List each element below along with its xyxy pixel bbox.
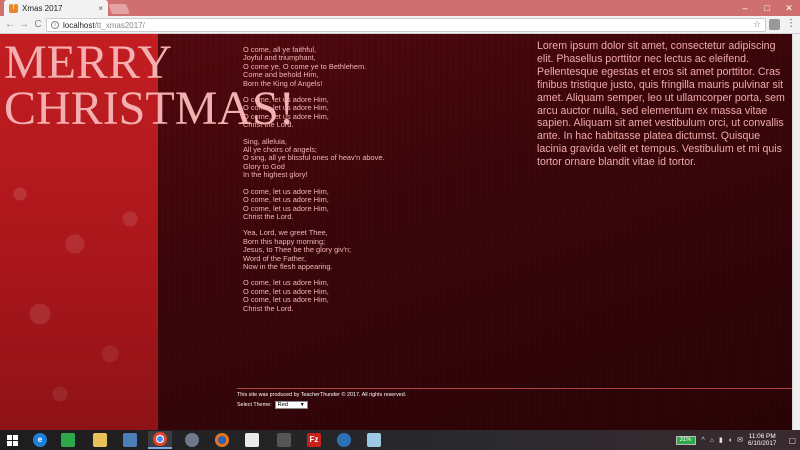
lyric-stanza: O come, let us adore Him, O come, let us …: [243, 95, 443, 130]
filezilla-icon: Fz: [307, 433, 321, 447]
browser-menu-icon[interactable]: ⋮: [786, 18, 796, 29]
new-tab-button[interactable]: [108, 4, 130, 14]
clock-time: 11:06 PM: [748, 432, 776, 440]
address-bar[interactable]: i localhost /tt_xmas2017/ ☆: [46, 18, 766, 32]
tray-message-icon[interactable]: ✉: [737, 436, 743, 444]
tray-volume-icon[interactable]: ◖: [728, 437, 732, 444]
extension-icon[interactable]: [769, 19, 780, 30]
lyric-line: Now in the flesh appearing.: [243, 261, 333, 271]
lyric-stanza: O come, let us adore Him, O come, let us …: [243, 187, 443, 222]
web-page: MERRY CHRISTMAS! O come, all ye faithful…: [0, 34, 792, 430]
page-footer: This site was produced by TeacherThunder…: [237, 388, 792, 409]
footer-credit: This site was produced by TeacherThunder…: [237, 392, 407, 398]
tray-chevron-icon[interactable]: ^: [702, 437, 705, 444]
notification-icon[interactable]: ▢: [788, 436, 796, 445]
tab-title: Xmas 2017: [22, 3, 63, 13]
tray-battery-icon[interactable]: ▮: [719, 436, 723, 444]
taskbar: e Fz 31% ^ ⌂ ▮ ◖ ✉ 11:06 PM 6/10/2017 ▢: [0, 430, 800, 450]
maximize-button[interactable]: □: [756, 0, 778, 16]
url-host: localhost: [63, 20, 95, 30]
battery-indicator[interactable]: 31%: [675, 435, 696, 445]
windows-logo-pane: [7, 441, 12, 446]
taskbar-media[interactable]: [272, 431, 296, 449]
file-explorer-icon: [93, 433, 107, 447]
info-icon[interactable]: i: [51, 21, 59, 29]
taskbar-filezilla[interactable]: Fz: [302, 431, 326, 449]
taskbar-folder[interactable]: [362, 431, 386, 449]
media-icon: [277, 433, 291, 447]
reload-icon[interactable]: C: [32, 19, 44, 31]
browser-tab[interactable]: T Xmas 2017 ×: [4, 0, 108, 16]
theme-select[interactable]: Red ▼: [274, 401, 308, 409]
firefox-icon: [215, 433, 229, 447]
lyric-stanza: Sing, alleluia, All ye choirs of angels; O…: [243, 137, 443, 180]
taskbar-chrome[interactable]: [148, 431, 172, 449]
browser-toolbar: ← → C i localhost /tt_xmas2017/ ☆ ⋮: [0, 16, 800, 34]
url-path: /tt_xmas2017/: [94, 20, 145, 30]
theme-label: Select Theme:: [237, 402, 272, 408]
taskbar-network[interactable]: [332, 431, 356, 449]
chevron-down-icon: ▼: [299, 402, 305, 408]
theme-selector-row: Select Theme: Red ▼: [237, 401, 792, 409]
taskbar-app[interactable]: [180, 431, 204, 449]
ie-icon: e: [33, 433, 47, 447]
window-controls: – □ ✕: [734, 0, 800, 16]
network-icon: [337, 433, 351, 447]
windows-logo-pane: [13, 435, 18, 440]
taskbar-explorer[interactable]: [88, 431, 112, 449]
lyric-stanza: Yea, Lord, we greet Thee, Born this happy…: [243, 228, 443, 271]
folder-icon: [367, 433, 381, 447]
lyric-line: Born the King of Angels!: [243, 78, 323, 88]
taskbar-ie[interactable]: e: [28, 431, 52, 449]
back-icon[interactable]: ←: [4, 19, 16, 31]
carol-lyrics: O come, all ye faithful, Joyful and trium…: [243, 45, 443, 321]
tab-close-icon[interactable]: ×: [98, 4, 103, 13]
lyric-stanza: O come, all ye faithful, Joyful and trium…: [243, 45, 443, 88]
lyric-line: Christ the Lord.: [243, 120, 294, 130]
tray-network-icon[interactable]: ⌂: [710, 437, 714, 444]
windows-logo-icon: [7, 435, 12, 440]
browser-tab-strip: T Xmas 2017 × – □ ✕: [0, 0, 800, 16]
taskbar-editor[interactable]: [240, 431, 264, 449]
edit-icon: [245, 433, 259, 447]
taskbar-firefox[interactable]: [210, 431, 234, 449]
start-button[interactable]: [2, 432, 22, 448]
app-icon: [185, 433, 199, 447]
clock-date: 6/10/2017: [748, 440, 777, 447]
windows-logo-pane: [13, 441, 18, 446]
forward-icon[interactable]: →: [18, 19, 30, 31]
lorem-paragraph: Lorem ipsum dolor sit amet, consectetur …: [537, 40, 785, 169]
lyric-line: Christ the Lord.: [243, 303, 294, 313]
clock[interactable]: 11:06 PM 6/10/2017: [748, 433, 776, 448]
theme-select-value: Red: [277, 402, 288, 408]
lyric-stanza: O come, let us adore Him, O come, let us …: [243, 278, 443, 313]
lyric-line: In the highest glory!: [243, 170, 308, 180]
system-tray: 31% ^ ⌂ ▮ ◖ ✉ 11:06 PM 6/10/2017 ▢: [675, 430, 800, 450]
display-icon: [123, 433, 137, 447]
lyric-line: Christ the Lord.: [243, 211, 294, 221]
minimize-button[interactable]: –: [734, 0, 756, 16]
taskbar-display[interactable]: [118, 431, 142, 449]
favicon-icon: T: [9, 3, 18, 13]
chrome-icon: [153, 432, 167, 446]
bookmark-star-icon[interactable]: ☆: [753, 19, 761, 30]
taskbar-store[interactable]: [56, 431, 80, 449]
page-scrollbar[interactable]: [792, 34, 800, 430]
close-window-button[interactable]: ✕: [778, 0, 800, 16]
store-icon: [61, 433, 75, 447]
